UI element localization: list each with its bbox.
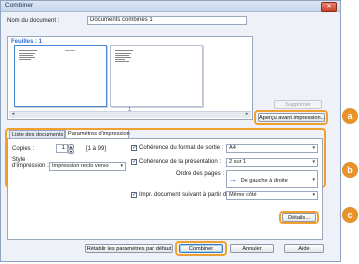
callout-badge-c: c (342, 207, 358, 223)
doc-name-input[interactable]: Documents combinés 1 (87, 16, 247, 25)
output-format-select[interactable]: A4 ▾ (226, 144, 318, 153)
cancel-button[interactable]: Annuler (230, 244, 274, 253)
print-after-select[interactable]: Même côté ▾ (226, 191, 318, 200)
reset-defaults-button[interactable]: Rétablir les paramètres par défaut (85, 244, 173, 253)
chevron-down-icon: ▾ (312, 177, 315, 183)
layout-select[interactable]: 2 sur 1 ▾ (226, 158, 318, 167)
print-after-checkbox[interactable]: ✓ (131, 192, 137, 198)
print-style-value: Impression recto verso (52, 163, 109, 169)
details-button[interactable]: Détails... (282, 213, 316, 222)
copies-range: [1 à 99] (86, 146, 107, 152)
page-order-value: De gauche à droite (240, 178, 288, 184)
output-format-value: A4 (229, 145, 236, 151)
scroll-left-icon[interactable]: ◂ (10, 111, 16, 117)
chevron-down-icon: ▾ (120, 163, 123, 169)
doc-name-label: Nom du document : (7, 18, 60, 24)
print-settings-panel: Copies : 1 ▲ ▼ [1 à 99] Style d'impressi… (7, 138, 323, 240)
layout-label: Cohérence de la présentation : (139, 159, 222, 165)
page-order-label: Ordre des pages : (176, 171, 225, 177)
page-order-select[interactable]: → De gauche à droite ▾ (226, 170, 318, 188)
print-style-select[interactable]: Impression recto verso ▾ (49, 162, 126, 171)
print-style-label: Style d'impression : (12, 157, 49, 169)
window-title: Combiner (5, 2, 34, 9)
title-bar: Combiner ✕ (1, 1, 340, 12)
scroll-right-icon[interactable]: ▸ (244, 111, 250, 117)
layout-checkbox[interactable]: ✓ (131, 159, 137, 165)
callout-badge-b: b (342, 162, 358, 178)
help-button[interactable]: Aide (284, 244, 324, 253)
chevron-down-icon: ▾ (312, 159, 315, 165)
combine-button[interactable]: Combiner (179, 244, 223, 253)
output-format-checkbox[interactable]: ✓ (131, 145, 137, 151)
copies-down-button[interactable]: ▼ (68, 149, 74, 154)
callout-badge-a: a (342, 108, 358, 124)
preview-page-right[interactable] (110, 45, 203, 107)
chevron-down-icon: ▾ (312, 145, 315, 151)
delete-button[interactable]: Supprimer (274, 100, 322, 109)
print-after-label: Impr. document suivant à partir de : (139, 192, 234, 198)
output-format-label: Cohérence du format de sortie : (139, 145, 224, 151)
chevron-down-icon: ▾ (312, 192, 315, 198)
print-preview-button[interactable]: Aperçu avant impression... (258, 113, 325, 122)
copies-label: Copies : (12, 146, 35, 152)
preview-scrollbar[interactable]: ◂ ▸ (9, 111, 251, 118)
sheets-preview: Feuilles : 1 1 ◂ ▸ (7, 36, 253, 120)
layout-value: 2 sur 1 (229, 159, 247, 165)
close-button[interactable]: ✕ (321, 2, 337, 12)
print-after-value: Même côté (229, 192, 257, 198)
combine-dialog: Combiner ✕ Nom du document : Documents c… (0, 0, 341, 262)
preview-page-left[interactable] (14, 45, 107, 107)
copies-input[interactable]: 1 (56, 144, 68, 153)
arrow-right-icon: → (229, 175, 237, 184)
